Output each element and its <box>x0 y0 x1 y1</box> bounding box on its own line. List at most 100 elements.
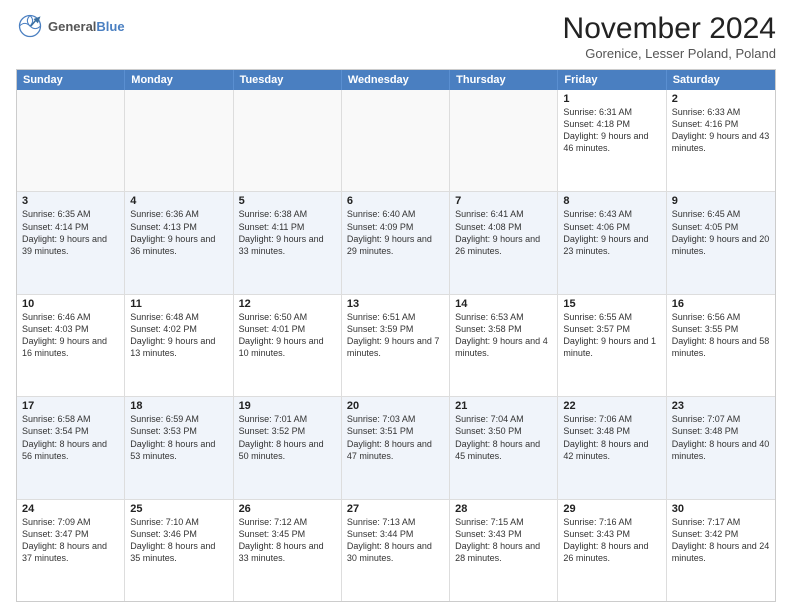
day-number: 12 <box>239 298 336 310</box>
calendar-cell: 1Sunrise: 6:31 AM Sunset: 4:18 PM Daylig… <box>558 90 666 191</box>
day-info: Sunrise: 7:01 AM Sunset: 3:52 PM Dayligh… <box>239 413 336 462</box>
calendar-cell: 17Sunrise: 6:58 AM Sunset: 3:54 PM Dayli… <box>17 397 125 498</box>
calendar-cell: 19Sunrise: 7:01 AM Sunset: 3:52 PM Dayli… <box>234 397 342 498</box>
calendar-cell: 12Sunrise: 6:50 AM Sunset: 4:01 PM Dayli… <box>234 295 342 396</box>
day-number: 26 <box>239 503 336 515</box>
calendar-cell: 21Sunrise: 7:04 AM Sunset: 3:50 PM Dayli… <box>450 397 558 498</box>
day-number: 22 <box>563 400 660 412</box>
calendar-cell: 20Sunrise: 7:03 AM Sunset: 3:51 PM Dayli… <box>342 397 450 498</box>
calendar-cell <box>450 90 558 191</box>
calendar-row-5: 24Sunrise: 7:09 AM Sunset: 3:47 PM Dayli… <box>17 499 775 601</box>
calendar-cell: 7Sunrise: 6:41 AM Sunset: 4:08 PM Daylig… <box>450 192 558 293</box>
day-number: 30 <box>672 503 770 515</box>
day-number: 18 <box>130 400 227 412</box>
day-info: Sunrise: 6:58 AM Sunset: 3:54 PM Dayligh… <box>22 413 119 462</box>
day-number: 11 <box>130 298 227 310</box>
calendar-cell: 27Sunrise: 7:13 AM Sunset: 3:44 PM Dayli… <box>342 500 450 601</box>
header-monday: Monday <box>125 70 233 90</box>
day-info: Sunrise: 6:41 AM Sunset: 4:08 PM Dayligh… <box>455 208 552 257</box>
logo-text: GeneralBlue <box>48 19 125 34</box>
day-number: 13 <box>347 298 444 310</box>
day-number: 16 <box>672 298 770 310</box>
calendar-row-2: 3Sunrise: 6:35 AM Sunset: 4:14 PM Daylig… <box>17 191 775 293</box>
day-info: Sunrise: 7:13 AM Sunset: 3:44 PM Dayligh… <box>347 516 444 565</box>
day-info: Sunrise: 6:35 AM Sunset: 4:14 PM Dayligh… <box>22 208 119 257</box>
header: GeneralBlue November 2024 Gorenice, Less… <box>16 12 776 61</box>
calendar-cell <box>342 90 450 191</box>
day-info: Sunrise: 6:38 AM Sunset: 4:11 PM Dayligh… <box>239 208 336 257</box>
calendar-header: Sunday Monday Tuesday Wednesday Thursday… <box>17 70 775 90</box>
calendar-cell: 13Sunrise: 6:51 AM Sunset: 3:59 PM Dayli… <box>342 295 450 396</box>
day-number: 28 <box>455 503 552 515</box>
calendar-cell: 25Sunrise: 7:10 AM Sunset: 3:46 PM Dayli… <box>125 500 233 601</box>
calendar-cell <box>234 90 342 191</box>
day-info: Sunrise: 6:46 AM Sunset: 4:03 PM Dayligh… <box>22 311 119 360</box>
day-number: 21 <box>455 400 552 412</box>
calendar-cell: 2Sunrise: 6:33 AM Sunset: 4:16 PM Daylig… <box>667 90 775 191</box>
day-number: 5 <box>239 195 336 207</box>
day-number: 25 <box>130 503 227 515</box>
calendar-cell: 16Sunrise: 6:56 AM Sunset: 3:55 PM Dayli… <box>667 295 775 396</box>
calendar-cell: 6Sunrise: 6:40 AM Sunset: 4:09 PM Daylig… <box>342 192 450 293</box>
day-info: Sunrise: 6:50 AM Sunset: 4:01 PM Dayligh… <box>239 311 336 360</box>
day-info: Sunrise: 6:31 AM Sunset: 4:18 PM Dayligh… <box>563 106 660 155</box>
day-number: 15 <box>563 298 660 310</box>
day-info: Sunrise: 6:55 AM Sunset: 3:57 PM Dayligh… <box>563 311 660 360</box>
calendar-cell: 5Sunrise: 6:38 AM Sunset: 4:11 PM Daylig… <box>234 192 342 293</box>
day-number: 9 <box>672 195 770 207</box>
day-info: Sunrise: 6:53 AM Sunset: 3:58 PM Dayligh… <box>455 311 552 360</box>
calendar-cell: 15Sunrise: 6:55 AM Sunset: 3:57 PM Dayli… <box>558 295 666 396</box>
day-number: 24 <box>22 503 119 515</box>
day-number: 8 <box>563 195 660 207</box>
day-number: 7 <box>455 195 552 207</box>
day-info: Sunrise: 6:48 AM Sunset: 4:02 PM Dayligh… <box>130 311 227 360</box>
calendar-cell: 26Sunrise: 7:12 AM Sunset: 3:45 PM Dayli… <box>234 500 342 601</box>
day-number: 6 <box>347 195 444 207</box>
day-info: Sunrise: 7:09 AM Sunset: 3:47 PM Dayligh… <box>22 516 119 565</box>
day-number: 23 <box>672 400 770 412</box>
header-saturday: Saturday <box>667 70 775 90</box>
calendar-cell: 24Sunrise: 7:09 AM Sunset: 3:47 PM Dayli… <box>17 500 125 601</box>
day-info: Sunrise: 7:12 AM Sunset: 3:45 PM Dayligh… <box>239 516 336 565</box>
calendar-cell: 14Sunrise: 6:53 AM Sunset: 3:58 PM Dayli… <box>450 295 558 396</box>
calendar-row-4: 17Sunrise: 6:58 AM Sunset: 3:54 PM Dayli… <box>17 396 775 498</box>
calendar-cell <box>125 90 233 191</box>
calendar-cell: 30Sunrise: 7:17 AM Sunset: 3:42 PM Dayli… <box>667 500 775 601</box>
day-info: Sunrise: 6:56 AM Sunset: 3:55 PM Dayligh… <box>672 311 770 360</box>
header-wednesday: Wednesday <box>342 70 450 90</box>
day-number: 3 <box>22 195 119 207</box>
logo: GeneralBlue <box>16 12 125 40</box>
logo-icon <box>16 12 44 40</box>
location: Gorenice, Lesser Poland, Poland <box>563 46 776 61</box>
day-info: Sunrise: 7:15 AM Sunset: 3:43 PM Dayligh… <box>455 516 552 565</box>
title-area: November 2024 Gorenice, Lesser Poland, P… <box>563 12 776 61</box>
day-info: Sunrise: 6:33 AM Sunset: 4:16 PM Dayligh… <box>672 106 770 155</box>
calendar-cell: 22Sunrise: 7:06 AM Sunset: 3:48 PM Dayli… <box>558 397 666 498</box>
day-info: Sunrise: 7:10 AM Sunset: 3:46 PM Dayligh… <box>130 516 227 565</box>
day-number: 29 <box>563 503 660 515</box>
day-number: 27 <box>347 503 444 515</box>
calendar-cell: 10Sunrise: 6:46 AM Sunset: 4:03 PM Dayli… <box>17 295 125 396</box>
page: GeneralBlue November 2024 Gorenice, Less… <box>0 0 792 612</box>
day-info: Sunrise: 6:43 AM Sunset: 4:06 PM Dayligh… <box>563 208 660 257</box>
calendar-cell: 4Sunrise: 6:36 AM Sunset: 4:13 PM Daylig… <box>125 192 233 293</box>
day-number: 14 <box>455 298 552 310</box>
day-info: Sunrise: 7:04 AM Sunset: 3:50 PM Dayligh… <box>455 413 552 462</box>
calendar: Sunday Monday Tuesday Wednesday Thursday… <box>16 69 776 602</box>
calendar-cell: 11Sunrise: 6:48 AM Sunset: 4:02 PM Dayli… <box>125 295 233 396</box>
day-info: Sunrise: 6:40 AM Sunset: 4:09 PM Dayligh… <box>347 208 444 257</box>
day-info: Sunrise: 6:51 AM Sunset: 3:59 PM Dayligh… <box>347 311 444 360</box>
day-info: Sunrise: 7:16 AM Sunset: 3:43 PM Dayligh… <box>563 516 660 565</box>
day-info: Sunrise: 6:59 AM Sunset: 3:53 PM Dayligh… <box>130 413 227 462</box>
day-info: Sunrise: 7:07 AM Sunset: 3:48 PM Dayligh… <box>672 413 770 462</box>
calendar-cell: 23Sunrise: 7:07 AM Sunset: 3:48 PM Dayli… <box>667 397 775 498</box>
calendar-cell: 3Sunrise: 6:35 AM Sunset: 4:14 PM Daylig… <box>17 192 125 293</box>
day-number: 4 <box>130 195 227 207</box>
header-sunday: Sunday <box>17 70 125 90</box>
calendar-body: 1Sunrise: 6:31 AM Sunset: 4:18 PM Daylig… <box>17 90 775 601</box>
day-info: Sunrise: 7:17 AM Sunset: 3:42 PM Dayligh… <box>672 516 770 565</box>
day-number: 2 <box>672 93 770 105</box>
calendar-cell: 18Sunrise: 6:59 AM Sunset: 3:53 PM Dayli… <box>125 397 233 498</box>
header-friday: Friday <box>558 70 666 90</box>
day-info: Sunrise: 7:03 AM Sunset: 3:51 PM Dayligh… <box>347 413 444 462</box>
